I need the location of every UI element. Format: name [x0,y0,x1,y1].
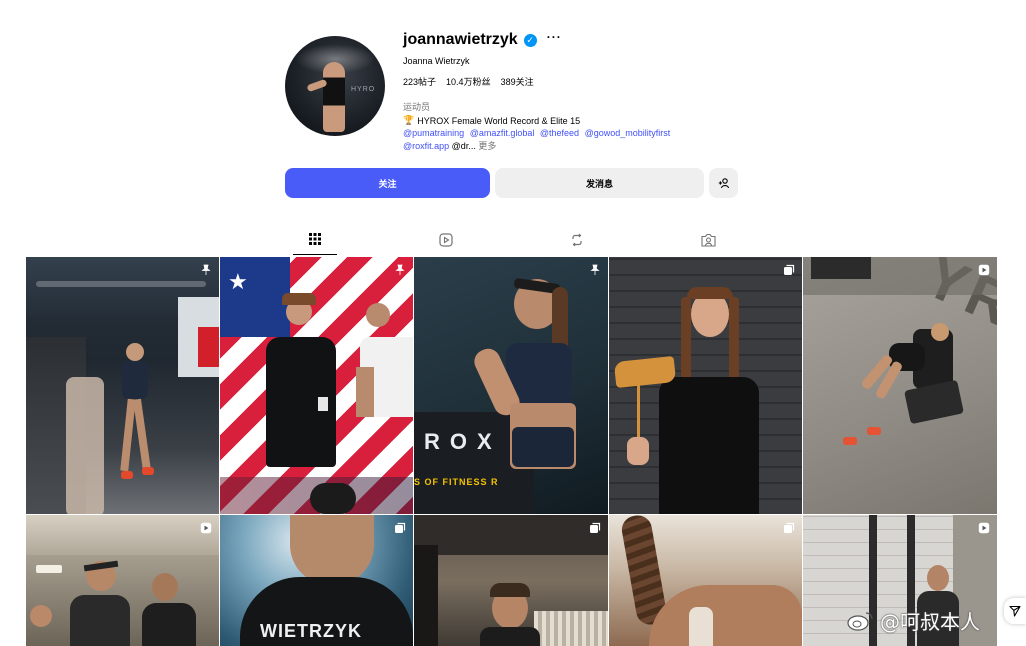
trophy-icon: 🏆 [403,115,415,125]
grid-icon [309,233,321,245]
stat-posts: 223帖子 [403,77,437,87]
profile-tabs [293,225,733,255]
posts-grid: ★ ROX S OF FITNESS R YRO WIETRZYK [26,257,997,646]
avatar-athlete [323,62,345,132]
reposts-icon [572,233,582,247]
post-tile[interactable]: WIETRZYK [220,515,413,646]
verified-badge-icon: ✓ [523,33,537,47]
reels-icon [439,233,453,247]
mention-link[interactable]: @amazfit.global [470,128,535,138]
send-icon [1009,605,1021,617]
post-tile[interactable] [26,257,219,514]
username: joannawietrzyk [403,31,518,48]
carousel-icon [395,522,406,533]
more-options-icon[interactable]: ··· [547,30,562,44]
post-tile[interactable] [414,515,608,646]
reel-icon [978,264,990,276]
profile-stats: 223帖子 10.4万粉丝 389关注 [403,75,534,88]
reel-icon [200,522,212,534]
carousel-icon [784,264,795,275]
profile-avatar[interactable]: HYRO [285,36,385,136]
bio-mentions-more: @roxfit.app @dr... 更多 [403,139,496,152]
weibo-logo-icon [847,612,873,631]
profile-category: 运动员 [403,102,431,112]
bio-line: 🏆 HYROX Female World Record & Elite 15 [403,115,580,126]
tab-reels[interactable] [424,225,468,255]
stat-followers[interactable]: 10.4万粉丝 [446,75,491,88]
add-user-icon [718,178,729,189]
bio-more-link[interactable]: 更多 [478,141,496,151]
mention-link[interactable]: @roxfit.app [403,141,449,151]
post-tile[interactable] [609,257,802,514]
pin-icon [395,264,405,275]
mention-link[interactable]: @gowod_mobilityfirst [585,128,671,138]
watermark-text: @呵叔本人 [880,610,980,634]
tab-tagged[interactable] [686,225,730,255]
pin-icon [201,264,211,275]
post-text-wietrzyk: WIETRZYK [260,621,362,641]
bio-mentions: @pumatraining @amazfit.global @thefeed @… [403,128,673,138]
post-text-fitness: S OF FITNESS R [414,477,499,487]
tab-reposts[interactable] [555,225,599,255]
post-tile[interactable]: YRO [803,257,997,514]
send-message-button[interactable] [1004,598,1026,624]
stat-following[interactable]: 389关注 [501,75,534,88]
mention-link[interactable]: @thefeed [540,128,579,138]
message-button[interactable]: 发消息 [495,168,704,198]
mention-link[interactable]: @pumatraining [403,128,464,138]
avatar-hyrox-text: HYRO [351,86,376,93]
pin-icon [590,264,600,275]
bio-text: HYROX Female World Record & Elite 15 [417,115,581,126]
carousel-icon [590,522,601,533]
reel-icon [978,522,990,534]
post-tile[interactable]: ROX S OF FITNESS R [414,257,608,514]
carousel-icon [784,522,795,533]
post-tile[interactable]: ★ [220,257,413,514]
post-tile[interactable] [26,515,219,646]
follow-button[interactable]: 关注 [285,168,490,198]
mention-truncated: @dr... [451,141,476,151]
username-row: joannawietrzyk ✓ ··· [403,30,562,49]
tab-posts[interactable] [293,225,337,255]
post-text-rox: ROX [424,429,502,454]
suggest-users-button[interactable] [709,168,738,198]
full-name: Joanna Wietrzyk [403,56,470,66]
tagged-icon [700,233,716,247]
post-tile[interactable] [609,515,802,646]
